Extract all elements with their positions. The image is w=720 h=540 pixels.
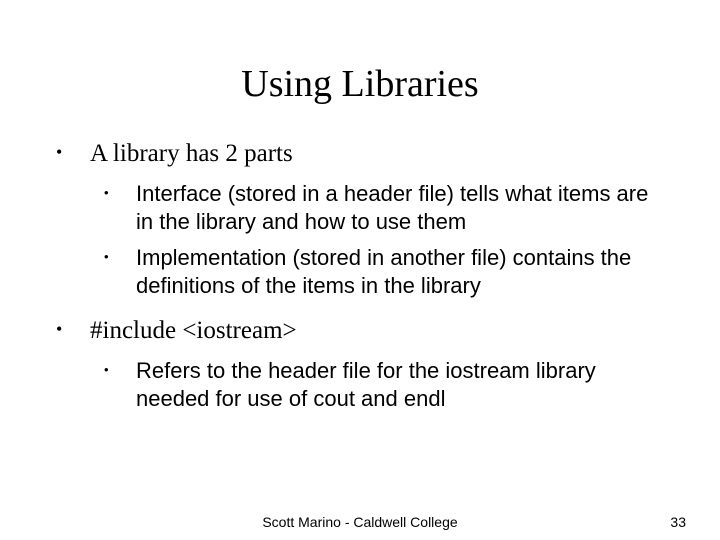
- bullet-2: #include <iostream> Refers to the header…: [50, 315, 670, 413]
- slide-body: A library has 2 parts Interface (stored …: [0, 126, 720, 413]
- slide: Using Libraries A library has 2 parts In…: [0, 0, 720, 540]
- bullet-2-sub-1: Refers to the header file for the iostre…: [90, 357, 670, 413]
- slide-title: Using Libraries: [0, 0, 720, 126]
- bullet-1: A library has 2 parts Interface (stored …: [50, 138, 670, 301]
- bullet-1-text: A library has 2 parts: [90, 140, 293, 167]
- bullet-1-sublist: Interface (stored in a header file) tell…: [90, 180, 670, 301]
- footer-page-number: 33: [670, 514, 686, 530]
- bullet-1-sub-1: Interface (stored in a header file) tell…: [90, 180, 670, 236]
- bullet-2-text: #include <iostream>: [90, 317, 297, 344]
- bullet-list: A library has 2 parts Interface (stored …: [50, 138, 670, 413]
- bullet-1-sub-2: Implementation (stored in another file) …: [90, 244, 670, 300]
- bullet-2-sublist: Refers to the header file for the iostre…: [90, 357, 670, 413]
- footer-author: Scott Marino - Caldwell College: [0, 514, 720, 530]
